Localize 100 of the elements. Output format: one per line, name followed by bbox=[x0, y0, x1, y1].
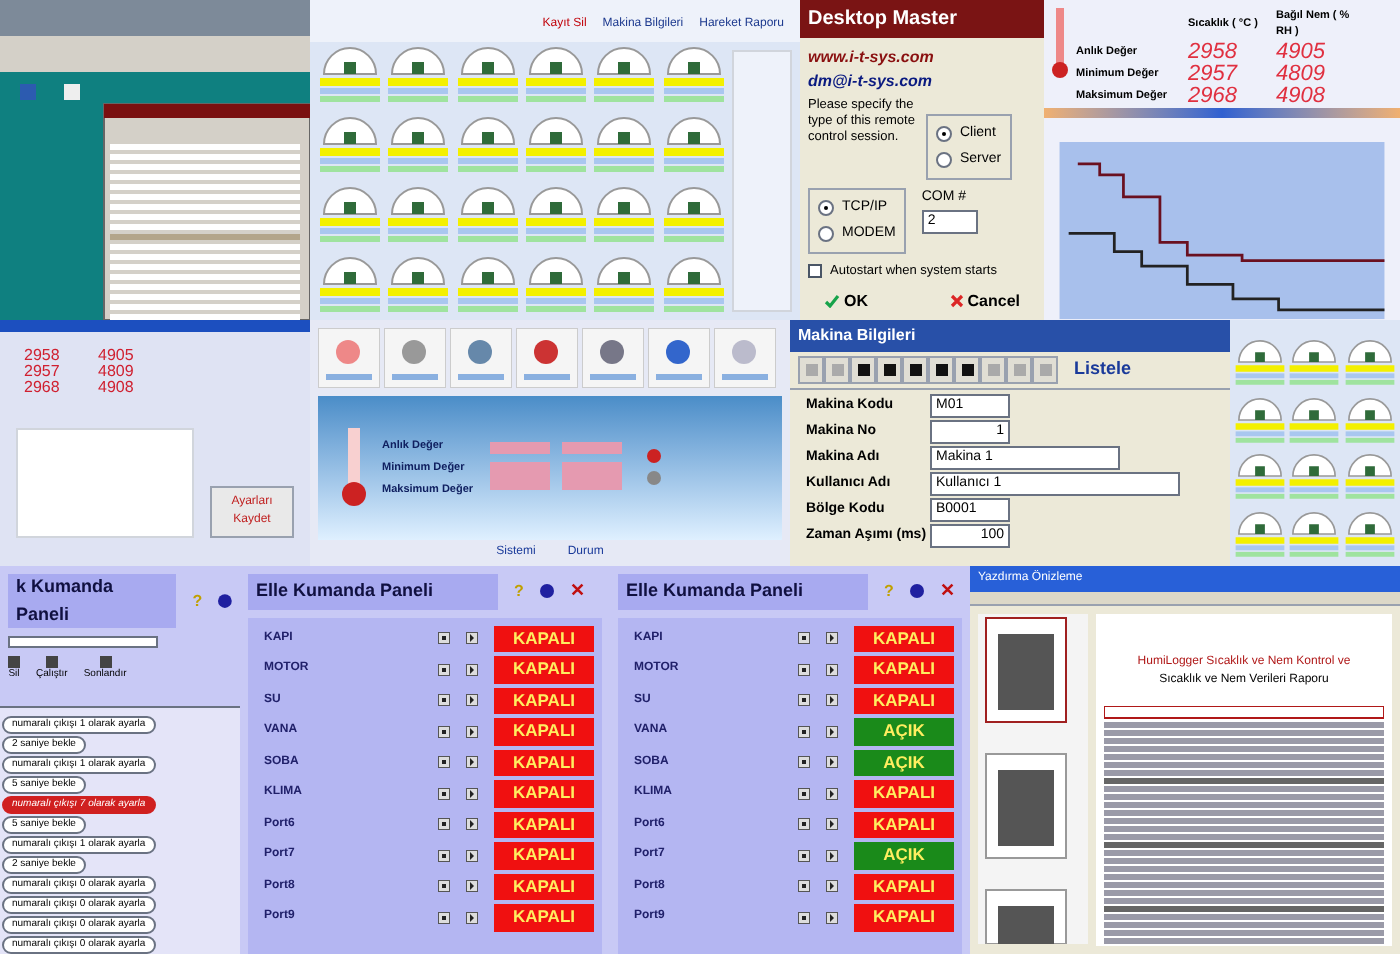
toolbar-icon bbox=[8, 655, 20, 667]
close-icon[interactable]: ✕ bbox=[569, 578, 586, 605]
gauge-drawing bbox=[455, 182, 520, 246]
checkbox[interactable] bbox=[808, 264, 822, 279]
toolbar-tile-icon[interactable] bbox=[318, 328, 380, 388]
radio-button[interactable] bbox=[936, 151, 952, 168]
on-switch-icon[interactable] bbox=[826, 787, 838, 800]
off-switch-icon[interactable] bbox=[438, 663, 450, 676]
toolbar-tile-icon[interactable] bbox=[582, 328, 644, 388]
off-switch-icon[interactable] bbox=[438, 911, 450, 924]
gauge-drawing bbox=[524, 182, 588, 246]
on-switch-icon[interactable] bbox=[466, 787, 478, 800]
off-switch-icon[interactable] bbox=[438, 632, 450, 645]
status-button[interactable]: KAPALI bbox=[494, 842, 594, 869]
info-icon[interactable] bbox=[909, 584, 924, 599]
on-switch-icon[interactable] bbox=[826, 663, 838, 676]
radio-button[interactable] bbox=[818, 200, 834, 217]
status-button[interactable]: KAPALI bbox=[854, 873, 954, 900]
off-switch-icon[interactable] bbox=[798, 632, 810, 645]
status-button[interactable]: KAPALI bbox=[494, 625, 594, 652]
status-button[interactable]: KAPALI bbox=[854, 656, 954, 683]
gauge-drawing bbox=[455, 252, 520, 316]
on-switch-icon[interactable] bbox=[826, 911, 838, 924]
off-switch-icon[interactable] bbox=[798, 880, 810, 893]
temperature-reading: 2957 bbox=[1188, 63, 1240, 85]
on-switch-icon[interactable] bbox=[826, 756, 838, 769]
status-button[interactable]: KAPALI bbox=[494, 811, 594, 838]
close-icon[interactable]: ✕ bbox=[939, 578, 956, 605]
email-link[interactable]: dm@i-t-sys.com bbox=[808, 70, 1036, 94]
status-button[interactable]: KAPALI bbox=[854, 625, 954, 652]
on-switch-icon[interactable] bbox=[466, 880, 478, 893]
status-button[interactable]: KAPALI bbox=[494, 904, 594, 931]
on-switch-icon[interactable] bbox=[826, 849, 838, 862]
off-switch-icon[interactable] bbox=[438, 787, 450, 800]
off-switch-icon[interactable] bbox=[798, 756, 810, 769]
off-switch-icon[interactable] bbox=[438, 849, 450, 862]
on-switch-icon[interactable] bbox=[466, 694, 478, 707]
panel-title: Elle Kumanda Paneli bbox=[248, 574, 498, 609]
status-button[interactable]: AÇIK bbox=[854, 718, 954, 745]
toolbar-tile-icon[interactable] bbox=[714, 328, 776, 388]
status-button[interactable]: KAPALI bbox=[494, 687, 594, 714]
nav-button[interactable] bbox=[876, 356, 902, 384]
toolbar-tile-icon[interactable] bbox=[516, 328, 578, 388]
off-switch-icon[interactable] bbox=[798, 725, 810, 738]
status-button[interactable]: AÇIK bbox=[854, 842, 954, 869]
gauge-drawing bbox=[524, 252, 588, 316]
toolbar-tile-icon[interactable] bbox=[384, 328, 446, 388]
off-switch-icon[interactable] bbox=[438, 725, 450, 738]
status-button[interactable]: KAPALI bbox=[494, 780, 594, 807]
off-switch-icon[interactable] bbox=[798, 818, 810, 831]
info-icon[interactable] bbox=[218, 594, 232, 608]
panel-title: k Kumanda Paneli bbox=[8, 574, 177, 628]
cancel-button[interactable]: Cancel bbox=[949, 289, 1020, 314]
on-switch-icon[interactable] bbox=[466, 849, 478, 862]
toolbar-tile-icon[interactable] bbox=[450, 328, 512, 388]
on-switch-icon[interactable] bbox=[826, 725, 838, 738]
status-button[interactable]: KAPALI bbox=[854, 904, 954, 931]
off-switch-icon[interactable] bbox=[438, 880, 450, 893]
off-switch-icon[interactable] bbox=[438, 756, 450, 769]
on-switch-icon[interactable] bbox=[826, 818, 838, 831]
toolbar-tile-icon[interactable] bbox=[648, 328, 710, 388]
off-switch-icon[interactable] bbox=[438, 694, 450, 707]
nav-button[interactable] bbox=[902, 356, 928, 384]
radio-button[interactable] bbox=[936, 126, 952, 143]
status-button[interactable]: KAPALI bbox=[494, 749, 594, 776]
nav-button[interactable] bbox=[928, 356, 954, 384]
off-switch-icon[interactable] bbox=[798, 787, 810, 800]
radio-button[interactable] bbox=[818, 225, 834, 242]
off-switch-icon[interactable] bbox=[798, 849, 810, 862]
website-link[interactable]: www.i-t-sys.com bbox=[808, 46, 1036, 70]
gauge-drawing bbox=[1288, 507, 1341, 559]
status-button[interactable]: KAPALI bbox=[854, 811, 954, 838]
command-dropdown[interactable] bbox=[8, 636, 158, 647]
on-switch-icon[interactable] bbox=[826, 632, 838, 645]
on-switch-icon[interactable] bbox=[466, 756, 478, 769]
status-button[interactable]: KAPALI bbox=[854, 687, 954, 714]
on-switch-icon[interactable] bbox=[466, 663, 478, 676]
on-switch-icon[interactable] bbox=[826, 880, 838, 893]
toolbar-glyph-icon bbox=[961, 364, 973, 376]
on-switch-icon[interactable] bbox=[466, 725, 478, 738]
status-button[interactable]: AÇIK bbox=[854, 749, 954, 776]
off-switch-icon[interactable] bbox=[798, 663, 810, 676]
nav-button[interactable] bbox=[954, 356, 980, 384]
on-switch-icon[interactable] bbox=[466, 911, 478, 924]
status-button[interactable]: KAPALI bbox=[494, 656, 594, 683]
status-button[interactable]: KAPALI bbox=[494, 718, 594, 745]
off-switch-icon[interactable] bbox=[798, 911, 810, 924]
off-switch-icon[interactable] bbox=[798, 694, 810, 707]
status-button[interactable]: KAPALI bbox=[854, 780, 954, 807]
status-button[interactable]: KAPALI bbox=[494, 873, 594, 900]
nav-button[interactable] bbox=[850, 356, 876, 384]
info-icon[interactable] bbox=[539, 584, 554, 599]
off-switch-icon[interactable] bbox=[438, 818, 450, 831]
list-button[interactable]: Listele bbox=[1074, 356, 1132, 384]
gauge-drawing bbox=[318, 252, 382, 316]
gauge-drawing bbox=[524, 112, 588, 176]
on-switch-icon[interactable] bbox=[466, 632, 478, 645]
on-switch-icon[interactable] bbox=[466, 818, 478, 831]
on-switch-icon[interactable] bbox=[826, 694, 838, 707]
ok-button[interactable]: OK bbox=[824, 289, 868, 314]
